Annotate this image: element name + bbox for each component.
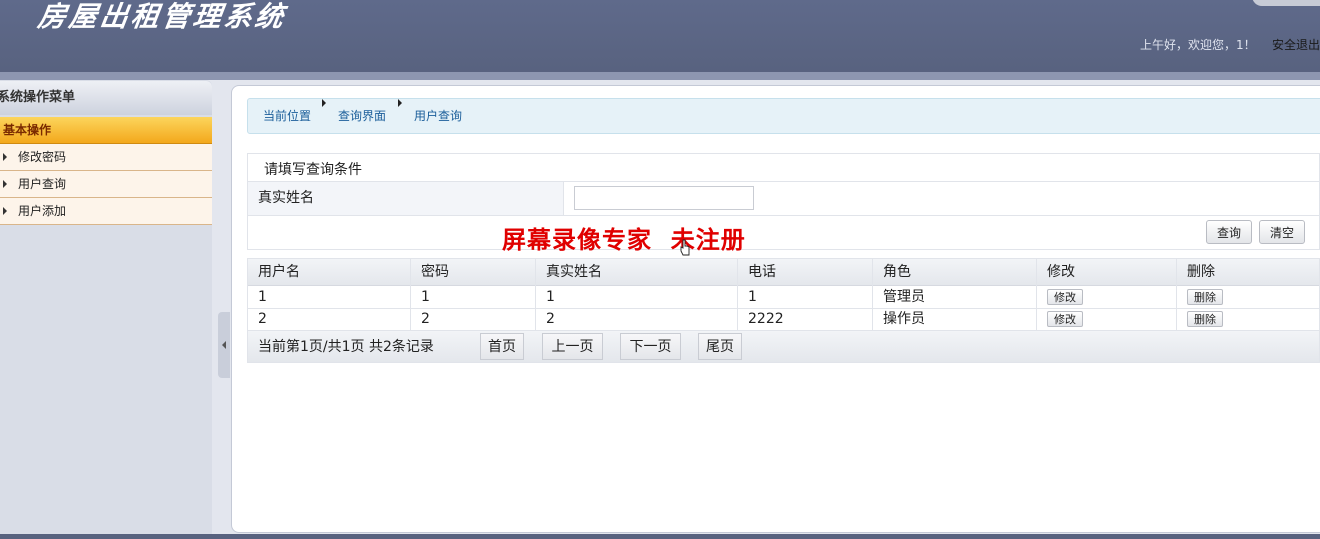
query-row: 真实姓名 <box>248 181 1319 216</box>
edit-button[interactable]: 修改 <box>1047 311 1083 327</box>
cell-phone: 1 <box>748 289 757 305</box>
sidebar-section-basic[interactable]: 基本操作 <box>0 117 212 144</box>
header-divider <box>0 72 1320 80</box>
breadcrumb-item[interactable]: 当前位置 <box>263 99 311 133</box>
logout-link[interactable]: 安全退出 <box>1272 36 1320 53</box>
header: 房屋出租管理系统 上午好，欢迎您，1！ 安全退出 <box>0 0 1320 72</box>
table-header: 用户名 密码 真实姓名 电话 角色 修改 删除 <box>248 259 1319 286</box>
sidebar: 系统操作菜单 基本操作 修改密码 用户查询 用户添加 <box>0 80 212 539</box>
clear-button[interactable]: 清空 <box>1259 220 1305 244</box>
cell-realname: 1 <box>546 289 555 305</box>
sidebar-title: 系统操作菜单 <box>0 81 212 115</box>
column-header-delete: 删除 <box>1187 264 1215 280</box>
cell-password: 1 <box>421 289 430 305</box>
breadcrumb-separator-icon <box>322 99 326 107</box>
app-title: 房屋出租管理系统 <box>35 0 289 33</box>
breadcrumb-item[interactable]: 用户查询 <box>414 99 462 133</box>
breadcrumb: 当前位置 查询界面 用户查询 <box>247 98 1320 134</box>
cell-username: 1 <box>258 289 267 305</box>
chevron-left-icon <box>222 341 226 349</box>
search-button[interactable]: 查询 <box>1206 220 1252 244</box>
column-header-username: 用户名 <box>258 264 300 280</box>
hand-cursor-icon <box>680 239 690 256</box>
prev-page-button[interactable]: 上一页 <box>542 333 603 360</box>
cell-realname: 2 <box>546 311 555 327</box>
last-page-button[interactable]: 尾页 <box>698 333 742 360</box>
edit-button[interactable]: 修改 <box>1047 289 1083 305</box>
results-table: 用户名 密码 真实姓名 电话 角色 修改 删除 1 1 1 1 管理员 修改 删… <box>247 258 1320 363</box>
column-header-phone: 电话 <box>748 264 776 280</box>
cell-username: 2 <box>258 311 267 327</box>
header-tab <box>1252 0 1320 6</box>
pagination-info: 当前第1页/共1页 共2条记录 <box>258 339 434 355</box>
sidebar-item-user-add[interactable]: 用户添加 <box>0 198 212 225</box>
first-page-button[interactable]: 首页 <box>480 333 524 360</box>
next-page-button[interactable]: 下一页 <box>620 333 681 360</box>
watermark-text: 屏幕录像专家 未注册 <box>502 225 746 254</box>
delete-button[interactable]: 删除 <box>1187 289 1223 305</box>
cell-phone: 2222 <box>748 311 784 327</box>
sidebar-item-user-query[interactable]: 用户查询 <box>0 171 212 198</box>
table-row: 2 2 2 2222 操作员 修改 删除 <box>248 308 1319 331</box>
sidebar-item-label: 修改密码 <box>18 150 67 164</box>
sidebar-collapse-handle[interactable] <box>218 312 230 378</box>
cell-role: 管理员 <box>883 289 925 305</box>
cell-password: 2 <box>421 311 430 327</box>
query-form-title: 请填写查询条件 <box>264 162 362 178</box>
realname-label: 真实姓名 <box>248 182 564 215</box>
breadcrumb-separator-icon <box>398 99 402 107</box>
greeting-text: 上午好，欢迎您，1！ <box>1140 38 1256 52</box>
query-form: 请填写查询条件 真实姓名 查询 清空 <box>247 153 1320 250</box>
breadcrumb-item[interactable]: 查询界面 <box>338 99 386 133</box>
caret-right-icon <box>3 207 7 215</box>
caret-right-icon <box>3 180 7 188</box>
sidebar-item-label: 用户查询 <box>18 177 67 191</box>
delete-button[interactable]: 删除 <box>1187 311 1223 327</box>
column-header-role: 角色 <box>883 264 911 280</box>
sidebar-item-label: 用户添加 <box>18 204 67 218</box>
column-header-realname: 真实姓名 <box>546 264 602 280</box>
column-header-password: 密码 <box>421 264 449 280</box>
sidebar-item-change-password[interactable]: 修改密码 <box>0 144 212 171</box>
table-row: 1 1 1 1 管理员 修改 删除 <box>248 286 1319 309</box>
column-header-edit: 修改 <box>1047 264 1075 280</box>
caret-right-icon <box>3 153 7 161</box>
cell-role: 操作员 <box>883 311 925 327</box>
pagination-bar: 当前第1页/共1页 共2条记录 首页 上一页 下一页 尾页 <box>248 331 1319 362</box>
realname-input[interactable] <box>574 186 754 210</box>
main-panel: 当前位置 查询界面 用户查询 请填写查询条件 真实姓名 查询 清空 屏幕录像专家… <box>231 85 1320 533</box>
footer-bar <box>0 534 1320 539</box>
